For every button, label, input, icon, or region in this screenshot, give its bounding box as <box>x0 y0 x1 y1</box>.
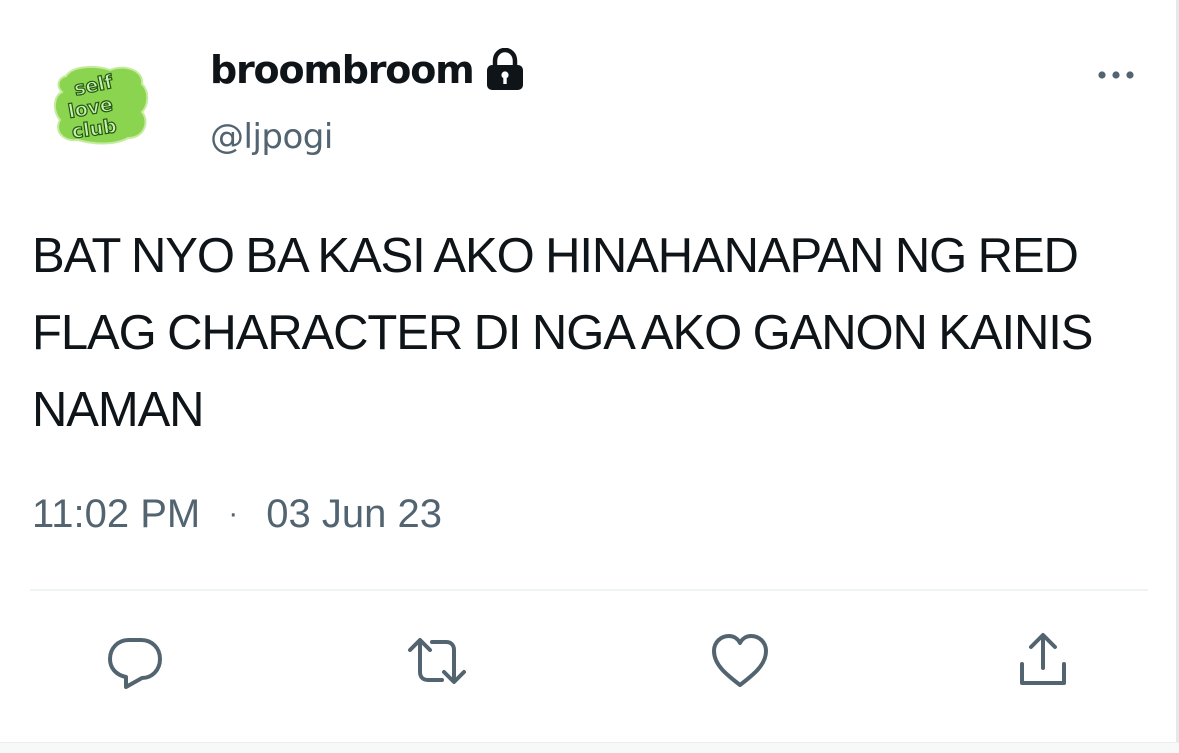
lock-icon <box>484 47 526 92</box>
reply-icon <box>108 638 162 689</box>
bottom-edge <box>0 742 1179 753</box>
avatar-logo-image: self love club <box>54 65 149 145</box>
share-button[interactable] <box>1008 628 1078 694</box>
like-button[interactable] <box>705 628 775 694</box>
tweet-card: self love club broombroom @ljpogi BAT NY… <box>0 0 1179 753</box>
reply-button[interactable] <box>100 628 170 694</box>
retweet-icon <box>408 638 466 684</box>
share-icon <box>1020 633 1066 685</box>
user-name-row: broombroom <box>210 44 526 96</box>
tweet-date[interactable]: 03 Jun 23 <box>266 488 442 540</box>
retweet-button[interactable] <box>402 628 472 694</box>
meta-separator: · <box>228 497 239 530</box>
divider <box>30 589 1148 591</box>
tweet-text: BAT NYO BA KASI AKO HINAHANAPAN NG RED F… <box>32 229 1093 437</box>
tweet-meta: 11:02 PM · 03 Jun 23 <box>32 488 442 540</box>
user-handle[interactable]: @ljpogi <box>210 112 333 162</box>
more-icon[interactable] <box>1094 64 1138 86</box>
avatar[interactable]: self love club <box>52 62 152 146</box>
heart-icon <box>712 634 768 687</box>
tweet-time[interactable]: 11:02 PM <box>32 488 200 540</box>
display-name[interactable]: broombroom <box>210 44 475 96</box>
